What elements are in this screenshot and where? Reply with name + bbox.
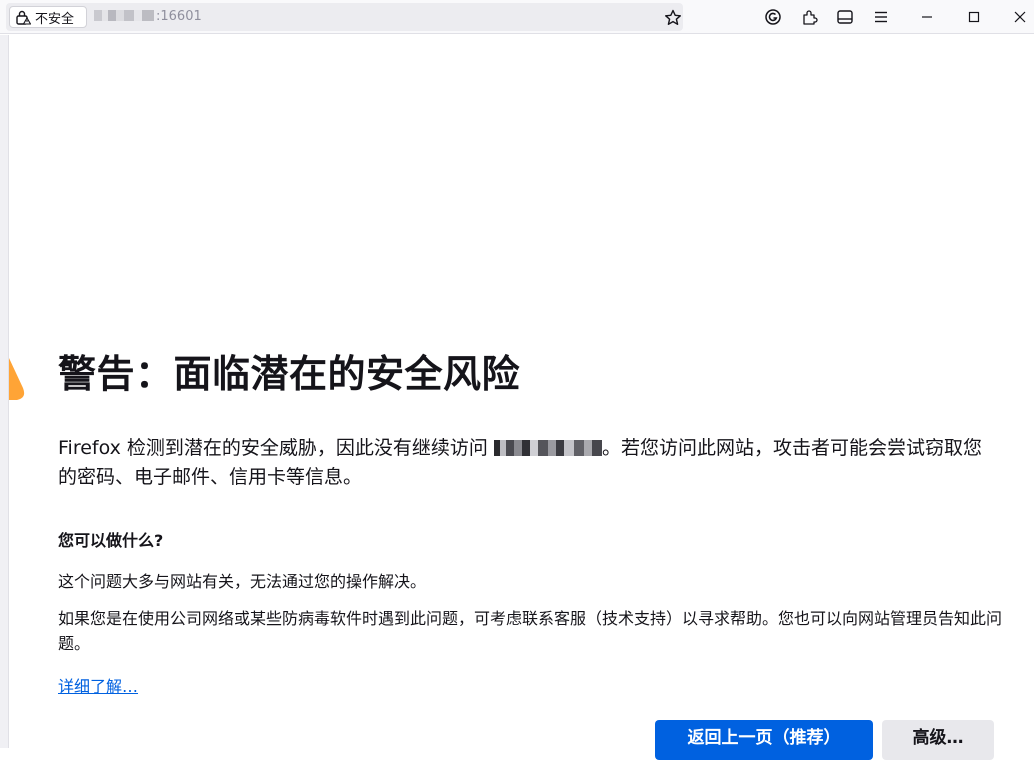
url-port: :16601 (156, 9, 202, 24)
lock-warning-icon (16, 10, 31, 25)
warning-accent-icon (9, 358, 25, 400)
page-title: 警告：面临潜在的安全风险 (58, 352, 521, 396)
menu-icon[interactable] (872, 8, 890, 26)
sidebar-icon[interactable] (836, 8, 854, 26)
intro-text: Firefox 检测到潜在的安全威胁，因此没有继续访问 。若您访问此网站，攻击者… (58, 434, 998, 492)
explanation-2: 如果您是在使用公司网络或某些防病毒软件时遇到此问题，可考虑联系客服（技术支持）以… (58, 609, 1003, 653)
go-back-button[interactable]: 返回上一页（推荐） (655, 720, 873, 760)
maximize-icon[interactable] (965, 8, 983, 26)
explanation-1: 这个问题大多与网站有关，无法通过您的操作解决。 (58, 572, 427, 591)
extensions-icon[interactable] (801, 8, 819, 26)
close-icon[interactable] (1011, 8, 1029, 26)
advanced-button[interactable]: 高级… (882, 720, 994, 760)
what-can-you-do-heading: 您可以做什么? (58, 531, 164, 550)
security-indicator[interactable]: 不安全 (9, 6, 87, 28)
left-edge (0, 35, 9, 748)
star-icon[interactable] (663, 8, 683, 28)
account-icon[interactable] (764, 8, 782, 26)
learn-more-link[interactable]: 详细了解… (58, 673, 138, 697)
browser-toolbar: 不安全 :16601 (0, 0, 1034, 34)
minimize-icon[interactable] (918, 8, 936, 26)
redacted-host (94, 10, 154, 21)
url-text[interactable]: :16601 (94, 9, 202, 24)
redacted-hostname (493, 440, 602, 456)
security-label: 不安全 (35, 11, 75, 27)
intro-before: Firefox 检测到潜在的安全威胁，因此没有继续访问 (58, 437, 494, 459)
url-bar[interactable]: 不安全 :16601 (6, 3, 683, 31)
